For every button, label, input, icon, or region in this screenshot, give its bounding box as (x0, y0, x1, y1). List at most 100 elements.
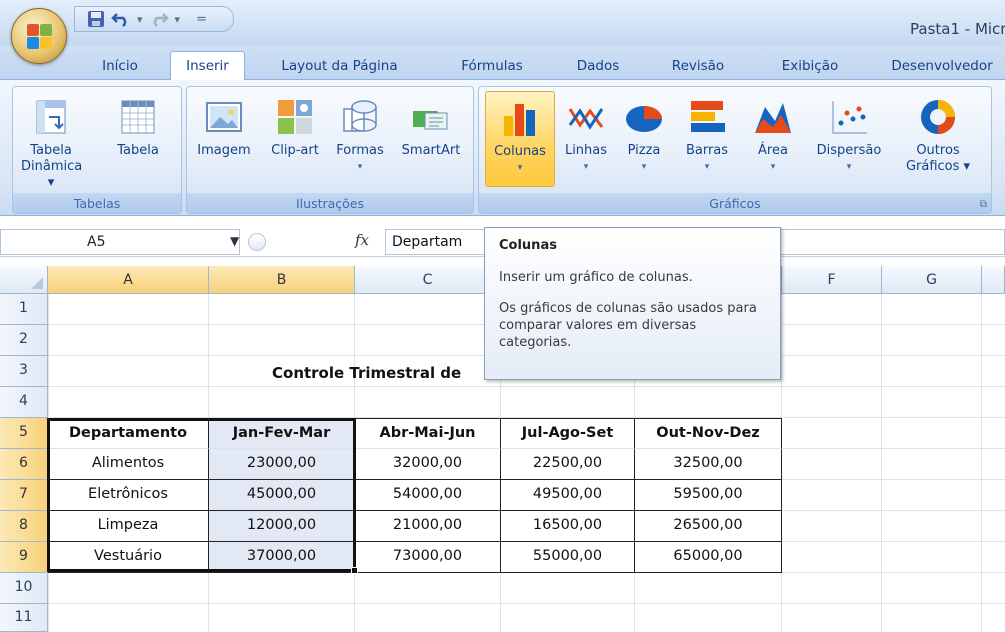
name-box-dropdown-icon[interactable]: ▼ (230, 234, 239, 248)
table-cell[interactable]: 45000,00 (209, 480, 355, 511)
row-header-10[interactable]: 10 (0, 573, 48, 604)
row-header-4[interactable]: 4 (0, 387, 48, 418)
insert-function-icon[interactable]: fx (355, 231, 369, 249)
tab-inicio[interactable]: Início (95, 54, 145, 80)
tab-dados[interactable]: Dados (568, 54, 628, 80)
shapes-button[interactable]: Formas ▾ (329, 91, 391, 187)
pivot-table-label-2: Dinâmica ▾ (21, 159, 83, 190)
column-header-c[interactable]: C (355, 266, 501, 294)
picture-button[interactable]: Imagem (193, 91, 255, 187)
name-box[interactable]: A5 (0, 229, 240, 255)
pie-chart-dropdown-icon: ▾ (641, 162, 647, 172)
table-cell[interactable]: 37000,00 (209, 542, 355, 573)
table-cell[interactable]: 21000,00 (355, 511, 501, 542)
table-cell[interactable]: 16500,00 (501, 511, 635, 542)
scatter-chart-button[interactable]: Dispersão ▾ (809, 91, 889, 187)
tab-layout-da-pagina[interactable]: Layout da Página (272, 54, 407, 80)
tab-exibicao[interactable]: Exibição (772, 54, 848, 80)
row-header-3[interactable]: 3 (0, 356, 48, 387)
redo-icon[interactable] (149, 9, 169, 29)
smartart-label: SmartArt (401, 143, 461, 158)
redo-dropdown-icon[interactable]: ▾ (175, 13, 181, 26)
row-header-11[interactable]: 11 (0, 604, 48, 632)
table-button[interactable]: Tabela (109, 91, 167, 187)
pie-chart-button[interactable]: Pizza ▾ (619, 91, 669, 187)
table-cell[interactable]: 55000,00 (501, 542, 635, 573)
bar-chart-dropdown-icon: ▾ (704, 162, 710, 172)
table-cell[interactable]: 59500,00 (635, 480, 782, 511)
table-cell[interactable]: Alimentos (48, 449, 209, 480)
bar-chart-button[interactable]: Barras ▾ (679, 91, 735, 187)
column-chart-icon (500, 98, 540, 138)
row-header-5[interactable]: 5 (0, 418, 48, 449)
tab-revisao[interactable]: Revisão (662, 54, 734, 80)
table-cell[interactable]: 54000,00 (355, 480, 501, 511)
row-header-2[interactable]: 2 (0, 325, 48, 356)
undo-icon[interactable] (111, 9, 131, 29)
table-cell[interactable]: Eletrônicos (48, 480, 209, 511)
header-cell-jul-ago-set[interactable]: Jul-Ago-Set (501, 418, 635, 449)
clipart-icon (275, 97, 315, 137)
group-ilustracoes-label: Ilustrações (187, 193, 473, 213)
formula-expand-icon[interactable] (248, 233, 266, 251)
tab-formulas[interactable]: Fórmulas (452, 54, 532, 80)
row-header-7[interactable]: 7 (0, 480, 48, 511)
column-header-a[interactable]: A (48, 266, 209, 294)
column-header-f[interactable]: F (782, 266, 882, 294)
header-cell-departamento[interactable]: Departamento (48, 418, 209, 449)
table-cell[interactable]: 26500,00 (635, 511, 782, 542)
table-cell[interactable]: 49500,00 (501, 480, 635, 511)
group-ilustracoes: Imagem Clip-art Formas ▾ SmartArt Ilustr… (186, 86, 474, 214)
row-header-6[interactable]: 6 (0, 449, 48, 480)
row-header-9[interactable]: 9 (0, 542, 48, 573)
shapes-icon (340, 97, 380, 137)
office-logo-icon (27, 24, 53, 50)
tab-inserir[interactable]: Inserir (170, 51, 245, 81)
table-cell[interactable]: 22500,00 (501, 449, 635, 480)
line-chart-icon (566, 97, 606, 137)
customize-qat-button[interactable]: = (196, 12, 207, 27)
table-cell[interactable]: 65000,00 (635, 542, 782, 573)
clipart-button[interactable]: Clip-art (263, 91, 327, 187)
column-header-g[interactable]: G (882, 266, 982, 294)
window-title: Pasta1 - Micro (910, 20, 1005, 38)
save-icon[interactable] (87, 9, 105, 29)
select-all-corner[interactable] (0, 266, 48, 294)
header-cell-jan-fev-mar[interactable]: Jan-Fev-Mar (209, 418, 355, 449)
bar-chart-label: Barras (685, 143, 729, 158)
office-button[interactable] (11, 8, 67, 64)
dialog-launcher-icon[interactable]: ⧉ (980, 199, 987, 210)
line-chart-dropdown-icon: ▾ (583, 162, 589, 172)
ribbon: Tabela Dinâmica ▾ Tabela Tabelas Imagem … (0, 80, 1005, 216)
picture-label: Imagem (197, 143, 251, 158)
table-cell[interactable]: 12000,00 (209, 511, 355, 542)
area-chart-button[interactable]: Área ▾ (747, 91, 799, 187)
table-cell[interactable]: Limpeza (48, 511, 209, 542)
header-cell-out-nov-dez[interactable]: Out-Nov-Dez (635, 418, 782, 449)
line-chart-button[interactable]: Linhas ▾ (559, 91, 613, 187)
column-chart-button[interactable]: Colunas ▾ (485, 91, 555, 187)
table-cell[interactable]: 73000,00 (355, 542, 501, 573)
group-tabelas-label: Tabelas (13, 193, 181, 213)
column-chart-dropdown-icon: ▾ (517, 163, 523, 173)
smartart-button[interactable]: SmartArt (393, 91, 469, 187)
other-charts-button[interactable]: Outros Gráficos ▾ (899, 91, 977, 187)
group-tabelas: Tabela Dinâmica ▾ Tabela Tabelas (12, 86, 182, 214)
undo-dropdown-icon[interactable]: ▾ (137, 13, 143, 26)
table-cell[interactable]: Vestuário (48, 542, 209, 573)
column-header-h[interactable] (982, 266, 1005, 294)
table-cell[interactable]: 32500,00 (635, 449, 782, 480)
title-bar: ▾ ▾ = Pasta1 - Micro (0, 0, 1005, 46)
row-header-1[interactable]: 1 (0, 294, 48, 325)
fill-handle[interactable] (351, 567, 358, 574)
shapes-dropdown-icon: ▾ (357, 162, 363, 172)
table-cell[interactable]: 23000,00 (209, 449, 355, 480)
scatter-chart-label: Dispersão (816, 143, 882, 158)
area-chart-label: Área (758, 143, 788, 158)
tab-desenvolvedor[interactable]: Desenvolvedor (880, 54, 1004, 80)
table-cell[interactable]: 32000,00 (355, 449, 501, 480)
header-cell-abr-mai-jun[interactable]: Abr-Mai-Jun (355, 418, 501, 449)
column-header-b[interactable]: B (209, 266, 355, 294)
row-header-8[interactable]: 8 (0, 511, 48, 542)
pivot-table-button[interactable]: Tabela Dinâmica ▾ (21, 91, 83, 190)
